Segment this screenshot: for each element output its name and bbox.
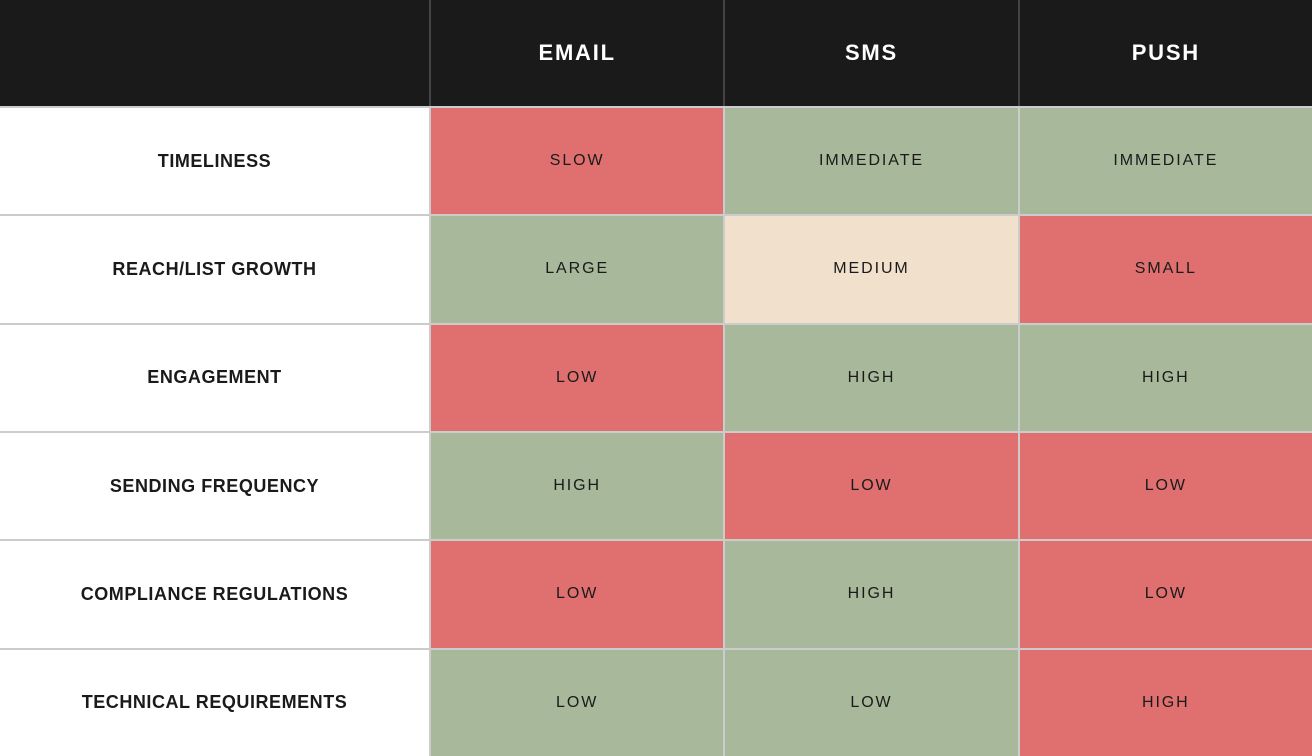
row-label: REACH/LIST GROWTH <box>112 259 316 280</box>
header-email: EMAIL <box>539 40 616 66</box>
push-cell: SMALL <box>1020 216 1312 322</box>
row-label: COMPLIANCE REGULATIONS <box>81 584 349 605</box>
email-cell: LOW <box>431 541 725 647</box>
row-label-cell: SENDING FREQUENCY <box>0 433 431 539</box>
email-cell: LOW <box>431 325 725 431</box>
push-cell: IMMEDIATE <box>1020 108 1312 214</box>
data-row: ENGAGEMENT LOW HIGH HIGH <box>0 325 1312 433</box>
row-label-cell: TIMELINESS <box>0 108 431 214</box>
sms-value: HIGH <box>848 369 896 387</box>
header-label-cell <box>0 0 431 106</box>
email-cell: LOW <box>431 650 725 756</box>
sms-cell: LOW <box>725 433 1019 539</box>
push-cell: HIGH <box>1020 650 1312 756</box>
sms-cell: IMMEDIATE <box>725 108 1019 214</box>
data-row: SENDING FREQUENCY HIGH LOW LOW <box>0 433 1312 541</box>
email-value: LOW <box>556 369 598 387</box>
push-value: LOW <box>1145 585 1187 603</box>
email-value: LOW <box>556 585 598 603</box>
header-row: EMAIL SMS PUSH <box>0 0 1312 108</box>
row-label: TECHNICAL REQUIREMENTS <box>82 692 348 713</box>
sms-cell: MEDIUM <box>725 216 1019 322</box>
push-value: SMALL <box>1135 260 1197 278</box>
sms-value: IMMEDIATE <box>819 152 924 170</box>
sms-cell: LOW <box>725 650 1019 756</box>
email-value: LOW <box>556 694 598 712</box>
header-email-cell: EMAIL <box>431 0 725 106</box>
email-cell: LARGE <box>431 216 725 322</box>
header-push: PUSH <box>1132 40 1200 66</box>
header-sms-cell: SMS <box>725 0 1019 106</box>
row-label-cell: ENGAGEMENT <box>0 325 431 431</box>
email-cell: HIGH <box>431 433 725 539</box>
push-value: HIGH <box>1142 369 1190 387</box>
row-label: SENDING FREQUENCY <box>110 476 319 497</box>
data-row: TECHNICAL REQUIREMENTS LOW LOW HIGH <box>0 650 1312 756</box>
sms-value: LOW <box>850 477 892 495</box>
sms-cell: HIGH <box>725 541 1019 647</box>
push-value: HIGH <box>1142 694 1190 712</box>
sms-value: LOW <box>850 694 892 712</box>
row-label: ENGAGEMENT <box>147 367 281 388</box>
sms-value: HIGH <box>848 585 896 603</box>
comparison-table: EMAIL SMS PUSH TIMELINESS SLOW IMMEDIATE… <box>0 0 1312 756</box>
row-label: TIMELINESS <box>158 151 271 172</box>
email-cell: SLOW <box>431 108 725 214</box>
email-value: LARGE <box>545 260 609 278</box>
header-sms: SMS <box>845 40 898 66</box>
sms-value: MEDIUM <box>833 260 909 278</box>
sms-cell: HIGH <box>725 325 1019 431</box>
row-label-cell: TECHNICAL REQUIREMENTS <box>0 650 431 756</box>
push-cell: HIGH <box>1020 325 1312 431</box>
push-cell: LOW <box>1020 541 1312 647</box>
push-value: IMMEDIATE <box>1113 152 1218 170</box>
push-cell: LOW <box>1020 433 1312 539</box>
email-value: HIGH <box>553 477 601 495</box>
push-value: LOW <box>1145 477 1187 495</box>
data-row: REACH/LIST GROWTH LARGE MEDIUM SMALL <box>0 216 1312 324</box>
header-push-cell: PUSH <box>1020 0 1312 106</box>
data-row: TIMELINESS SLOW IMMEDIATE IMMEDIATE <box>0 108 1312 216</box>
email-value: SLOW <box>550 152 605 170</box>
row-label-cell: REACH/LIST GROWTH <box>0 216 431 322</box>
data-row: COMPLIANCE REGULATIONS LOW HIGH LOW <box>0 541 1312 649</box>
row-label-cell: COMPLIANCE REGULATIONS <box>0 541 431 647</box>
